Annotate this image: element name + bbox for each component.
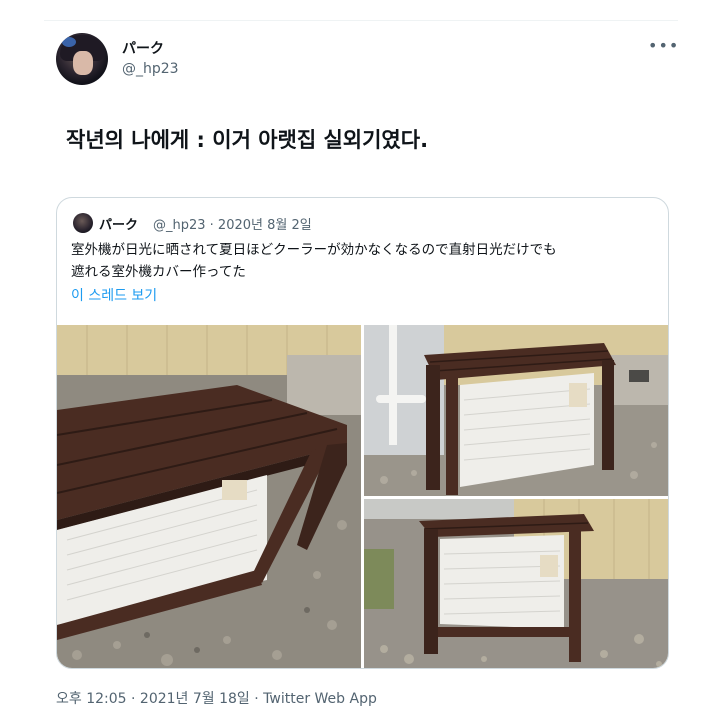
avatar-bow [62, 37, 76, 47]
tweet-timestamp[interactable]: 오후 12:05 · 2021년 7월 18일 · Twitter Web Ap… [56, 688, 377, 708]
quote-photo-2[interactable] [364, 325, 668, 496]
author-display-name[interactable]: パーク [122, 38, 164, 58]
more-horizontal-icon[interactable]: ••• [648, 38, 678, 54]
photo-3-image [364, 499, 668, 668]
avatar-face [73, 51, 93, 75]
quote-text-line-1: 室外機が日光に晒されて夏日ほどクーラーが効かなくなるので直射日光だけでも [71, 242, 557, 258]
quote-text: 室外機が日光に晒されて夏日ほどクーラーが効かなくなるので直射日光だけでも 遮れる… [71, 239, 661, 283]
quoted-tweet[interactable]: パーク @_hp23 · 2020년 8월 2일 室外機が日光に晒されて夏日ほど… [56, 197, 669, 669]
quote-photo-3[interactable] [364, 499, 668, 668]
photo-2-image [364, 325, 668, 496]
photo-1-image [57, 325, 361, 668]
author-handle[interactable]: @_hp23 [122, 61, 179, 77]
top-divider [44, 20, 678, 21]
show-thread-link[interactable]: 이 스레드 보기 [71, 285, 157, 305]
quote-handle-date: @_hp23 · 2020년 8월 2일 [153, 218, 312, 233]
quote-text-line-2: 遮れる室外機カバー作ってた [71, 264, 246, 280]
author-avatar[interactable] [56, 33, 108, 85]
quote-author-name: パーク [99, 218, 139, 233]
quote-author-avatar [73, 213, 93, 233]
quote-photo-1[interactable] [57, 325, 361, 668]
tweet-text: 작년의 나에게 : 이거 아랫집 실외기였다. [66, 128, 429, 152]
